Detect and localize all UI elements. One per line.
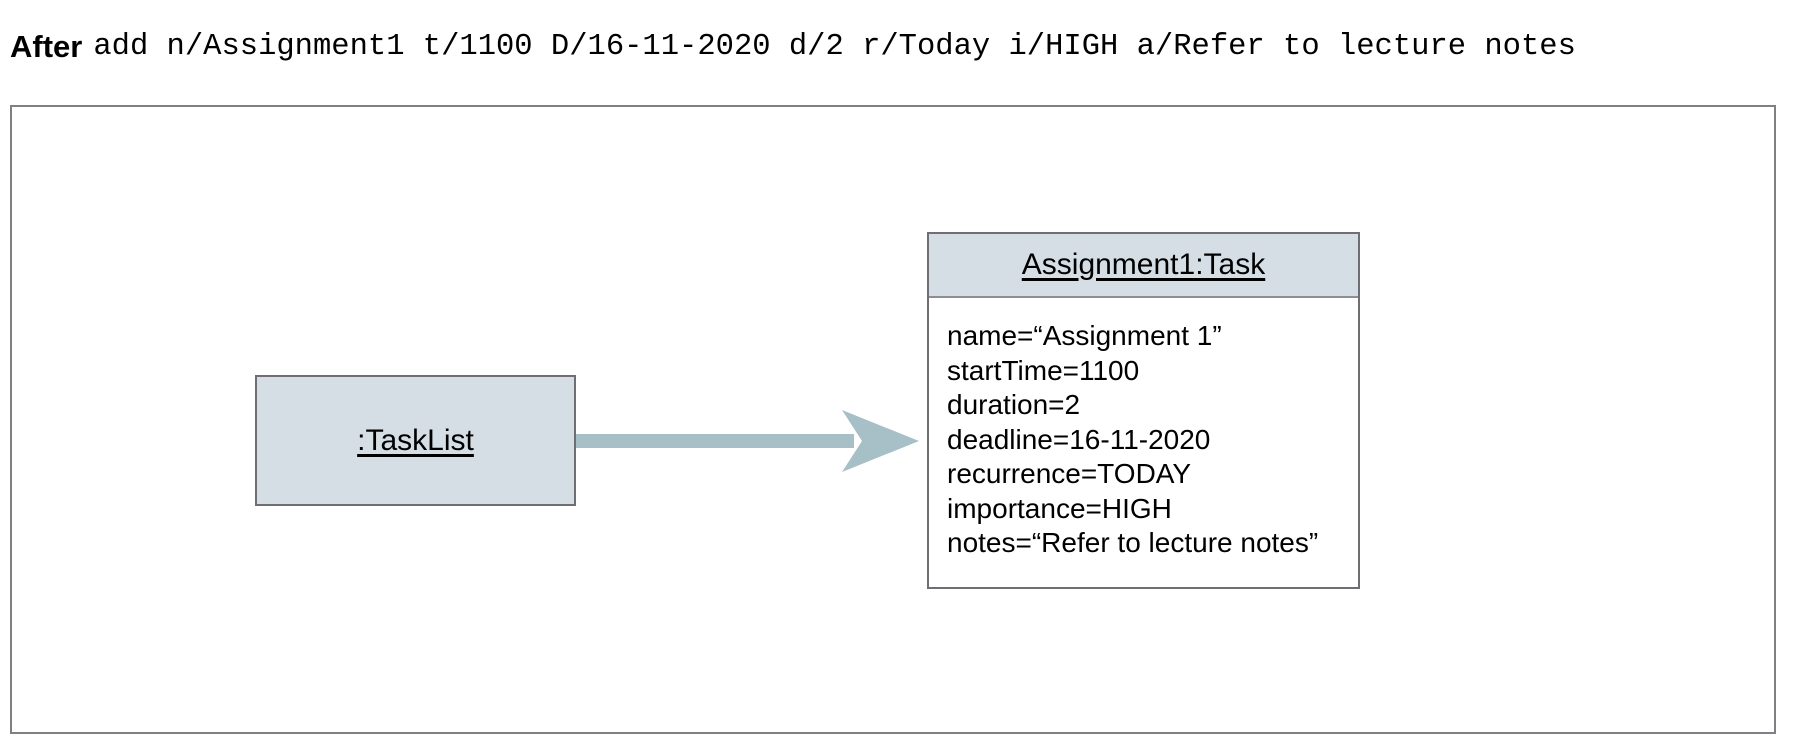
association-arrow	[574, 410, 919, 472]
attribute-duration: duration=2	[947, 389, 1081, 420]
caption-line: After add n/Assignment1 t/1100 D/16-11-2…	[10, 22, 1790, 72]
uml-object-tasklist-label: :TaskList	[357, 423, 474, 457]
attribute-importance: importance=HIGH	[947, 492, 1172, 524]
caption-command-text: add n/Assignment1 t/1100 D/16-11-2020 d/…	[93, 30, 1576, 64]
caption-lead-label: After	[10, 29, 83, 64]
attribute-notes: notes=“Refer to lecture notes”	[947, 527, 1319, 558]
attribute-name: name=“Assignment 1”	[947, 320, 1222, 351]
diagram-frame: :TaskList Assignment1:Task name=“Assignm…	[10, 105, 1776, 734]
attribute-start-time: startTime=1100	[947, 354, 1140, 386]
uml-object-task-attributes: name=“Assignment 1” startTime=1100 durat…	[929, 298, 1358, 561]
uml-object-task-title: Assignment1:Task	[929, 234, 1358, 298]
uml-object-tasklist-title: :TaskList	[257, 377, 574, 504]
attribute-recurrence: recurrence=TODAY	[947, 458, 1192, 489]
attribute-deadline: deadline=16-11-2020	[947, 423, 1211, 455]
uml-object-task[interactable]: Assignment1:Task name=“Assignment 1” sta…	[927, 232, 1360, 589]
uml-object-task-label: Assignment1:Task	[1021, 248, 1266, 281]
uml-object-tasklist[interactable]: :TaskList	[255, 375, 576, 506]
